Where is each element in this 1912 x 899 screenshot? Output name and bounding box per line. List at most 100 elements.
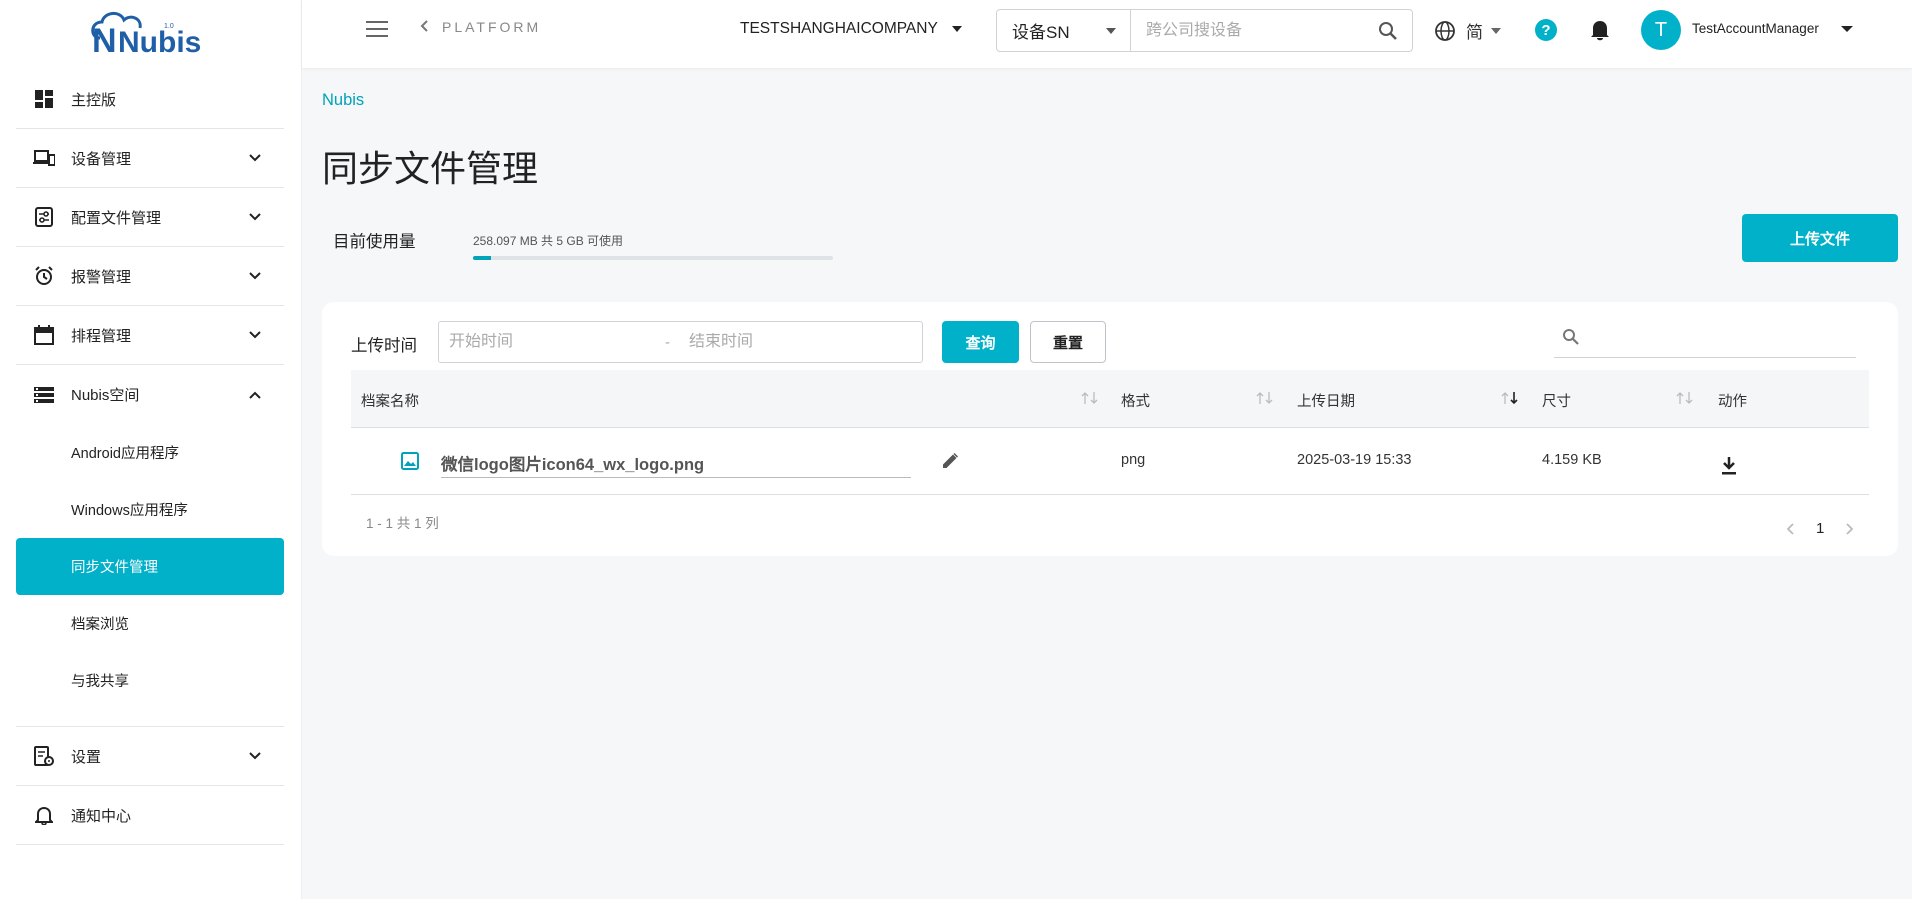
sidebar-subitem-label: Android应用程序	[71, 446, 179, 462]
back-to-platform-link[interactable]: PLATFORM	[420, 19, 541, 35]
reset-button[interactable]: 重置	[1030, 321, 1106, 363]
table-header: 档案名称 格式 上传日期 尺寸 动作	[351, 370, 1869, 428]
sidebar-item-label: Nubis空间	[71, 387, 140, 404]
search-icon[interactable]	[1378, 21, 1398, 41]
globe-icon	[1434, 20, 1456, 42]
sidebar-subitem-label: 同步文件管理	[71, 560, 158, 576]
chevron-down-icon	[248, 269, 262, 283]
page-title: 同步文件管理	[322, 148, 539, 189]
user-menu[interactable]: TestAccountManager	[1692, 21, 1853, 36]
chevron-down-icon	[248, 210, 262, 224]
sidebar-item-label: 设备管理	[71, 150, 132, 168]
alarm-icon	[33, 265, 55, 287]
top-header: PLATFORM TESTSHANGHAICOMPANY 设备SN 简 ? T …	[302, 0, 1912, 68]
table-row: 微信logo图片icon64_wx_logo.png png 2025-03-1…	[351, 428, 1869, 495]
end-date-input[interactable]	[689, 333, 909, 351]
avatar[interactable]: T	[1641, 10, 1681, 50]
sidebar-subitem-windows-apps[interactable]: Windows应用程序	[16, 481, 284, 538]
username-label: TestAccountManager	[1692, 21, 1819, 36]
sidebar-item-label: 报警管理	[71, 268, 132, 286]
sidebar-item-label: 主控版	[71, 91, 117, 109]
download-icon[interactable]	[1720, 456, 1738, 476]
query-button[interactable]: 查询	[942, 321, 1019, 363]
sidebar-nav: 主控版 设备管理 配置文件管理 报警管理 排程管理 Nubis空间 Androi…	[16, 70, 284, 845]
sort-desc-icon[interactable]	[1499, 390, 1521, 406]
column-header-name: 档案名称	[361, 394, 419, 410]
config-file-icon	[33, 206, 55, 228]
sidebar-item-label: 通知中心	[71, 807, 132, 825]
upload-file-button[interactable]: 上传文件	[1742, 214, 1898, 262]
svg-text:N: N	[92, 22, 117, 58]
device-search-input[interactable]	[1131, 10, 1412, 51]
company-selector[interactable]: TESTSHANGHAICOMPANY	[740, 20, 962, 38]
caret-down-icon	[1491, 27, 1501, 34]
help-icon[interactable]: ?	[1535, 19, 1557, 41]
sidebar-item-notification-center[interactable]: 通知中心	[16, 786, 284, 845]
device-search: 设备SN	[996, 9, 1413, 52]
sidebar-item-label: 设置	[71, 748, 102, 766]
start-date-input[interactable]	[449, 333, 649, 351]
sort-icon[interactable]	[1079, 390, 1101, 406]
language-selector[interactable]: 简	[1434, 18, 1501, 43]
notification-bell-icon	[33, 804, 55, 826]
file-format: png	[1121, 452, 1146, 468]
logo-text: Nubis	[118, 26, 201, 58]
chevron-down-icon	[248, 328, 262, 342]
sidebar-item-dashboard[interactable]: 主控版	[16, 70, 284, 129]
back-label: PLATFORM	[442, 19, 542, 35]
nubis-logo[interactable]: N Nubis 1.0	[86, 8, 216, 60]
storage-icon	[33, 384, 55, 406]
date-range-picker: -	[438, 321, 923, 363]
sidebar: N Nubis 1.0 主控版 设备管理 配置文件管理 报警管理 排程管理 Nu…	[0, 0, 302, 899]
breadcrumb[interactable]: Nubis	[322, 91, 364, 110]
column-header-upload-date: 上传日期	[1297, 394, 1355, 410]
sidebar-subitem-file-browse[interactable]: 档案浏览	[16, 595, 284, 652]
file-table: 档案名称 格式 上传日期 尺寸 动作 微信logo图片icon64_wx_log…	[351, 370, 1869, 495]
sidebar-item-label: 配置文件管理	[71, 209, 162, 227]
sidebar-subitem-label: 档案浏览	[71, 617, 129, 633]
devices-icon	[33, 147, 55, 169]
chevron-up-icon	[248, 388, 262, 402]
table-search	[1554, 316, 1856, 358]
chevron-left-icon[interactable]	[1784, 522, 1798, 536]
logo-version: 1.0	[164, 23, 174, 30]
dashboard-icon	[33, 88, 55, 110]
language-label: 简	[1466, 23, 1483, 42]
sidebar-item-alarms[interactable]: 报警管理	[16, 247, 284, 306]
search-icon	[1562, 328, 1580, 346]
chevron-left-icon	[420, 19, 428, 35]
file-name-field[interactable]: 微信logo图片icon64_wx_logo.png	[441, 451, 911, 478]
sort-icon[interactable]	[1674, 390, 1696, 406]
sidebar-subitem-shared-with-me[interactable]: 与我共享	[16, 652, 284, 709]
edit-pencil-icon[interactable]	[941, 452, 959, 470]
search-type-select[interactable]: 设备SN	[997, 10, 1131, 51]
chevron-down-icon	[248, 151, 262, 165]
column-header-format: 格式	[1121, 394, 1150, 410]
chevron-right-icon[interactable]	[1842, 522, 1856, 536]
hamburger-menu-icon[interactable]	[366, 21, 388, 39]
table-search-input[interactable]	[1590, 324, 1850, 350]
sidebar-subitem-android-apps[interactable]: Android应用程序	[16, 424, 284, 481]
storage-usage-bar	[473, 256, 833, 260]
chevron-down-icon	[248, 749, 262, 763]
column-header-size: 尺寸	[1542, 394, 1571, 410]
sidebar-item-nubis-space[interactable]: Nubis空间	[16, 365, 284, 424]
pagination: 1	[1784, 520, 1856, 537]
calendar-icon	[33, 324, 55, 346]
caret-down-icon	[1840, 25, 1853, 32]
page-number[interactable]: 1	[1816, 520, 1824, 537]
sidebar-item-schedule[interactable]: 排程管理	[16, 306, 284, 365]
file-table-card: 上传时间 - 查询 重置 档案名称 格式 上传日期 尺寸	[322, 302, 1898, 556]
notification-bell-icon[interactable]	[1589, 18, 1611, 42]
pagination-info: 1 - 1 共 1 列	[366, 516, 439, 531]
sidebar-item-settings[interactable]: 设置	[16, 727, 284, 786]
sidebar-subitem-sync-files[interactable]: 同步文件管理	[16, 538, 284, 595]
storage-usage-label: 目前使用量	[333, 233, 416, 251]
caret-down-icon	[1106, 28, 1116, 34]
sidebar-item-config-files[interactable]: 配置文件管理	[16, 188, 284, 247]
file-size: 4.159 KB	[1542, 452, 1602, 468]
sidebar-subitem-label: Windows应用程序	[71, 503, 188, 519]
sort-icon[interactable]	[1254, 390, 1276, 406]
sidebar-item-devices[interactable]: 设备管理	[16, 129, 284, 188]
settings-doc-icon	[33, 745, 55, 767]
